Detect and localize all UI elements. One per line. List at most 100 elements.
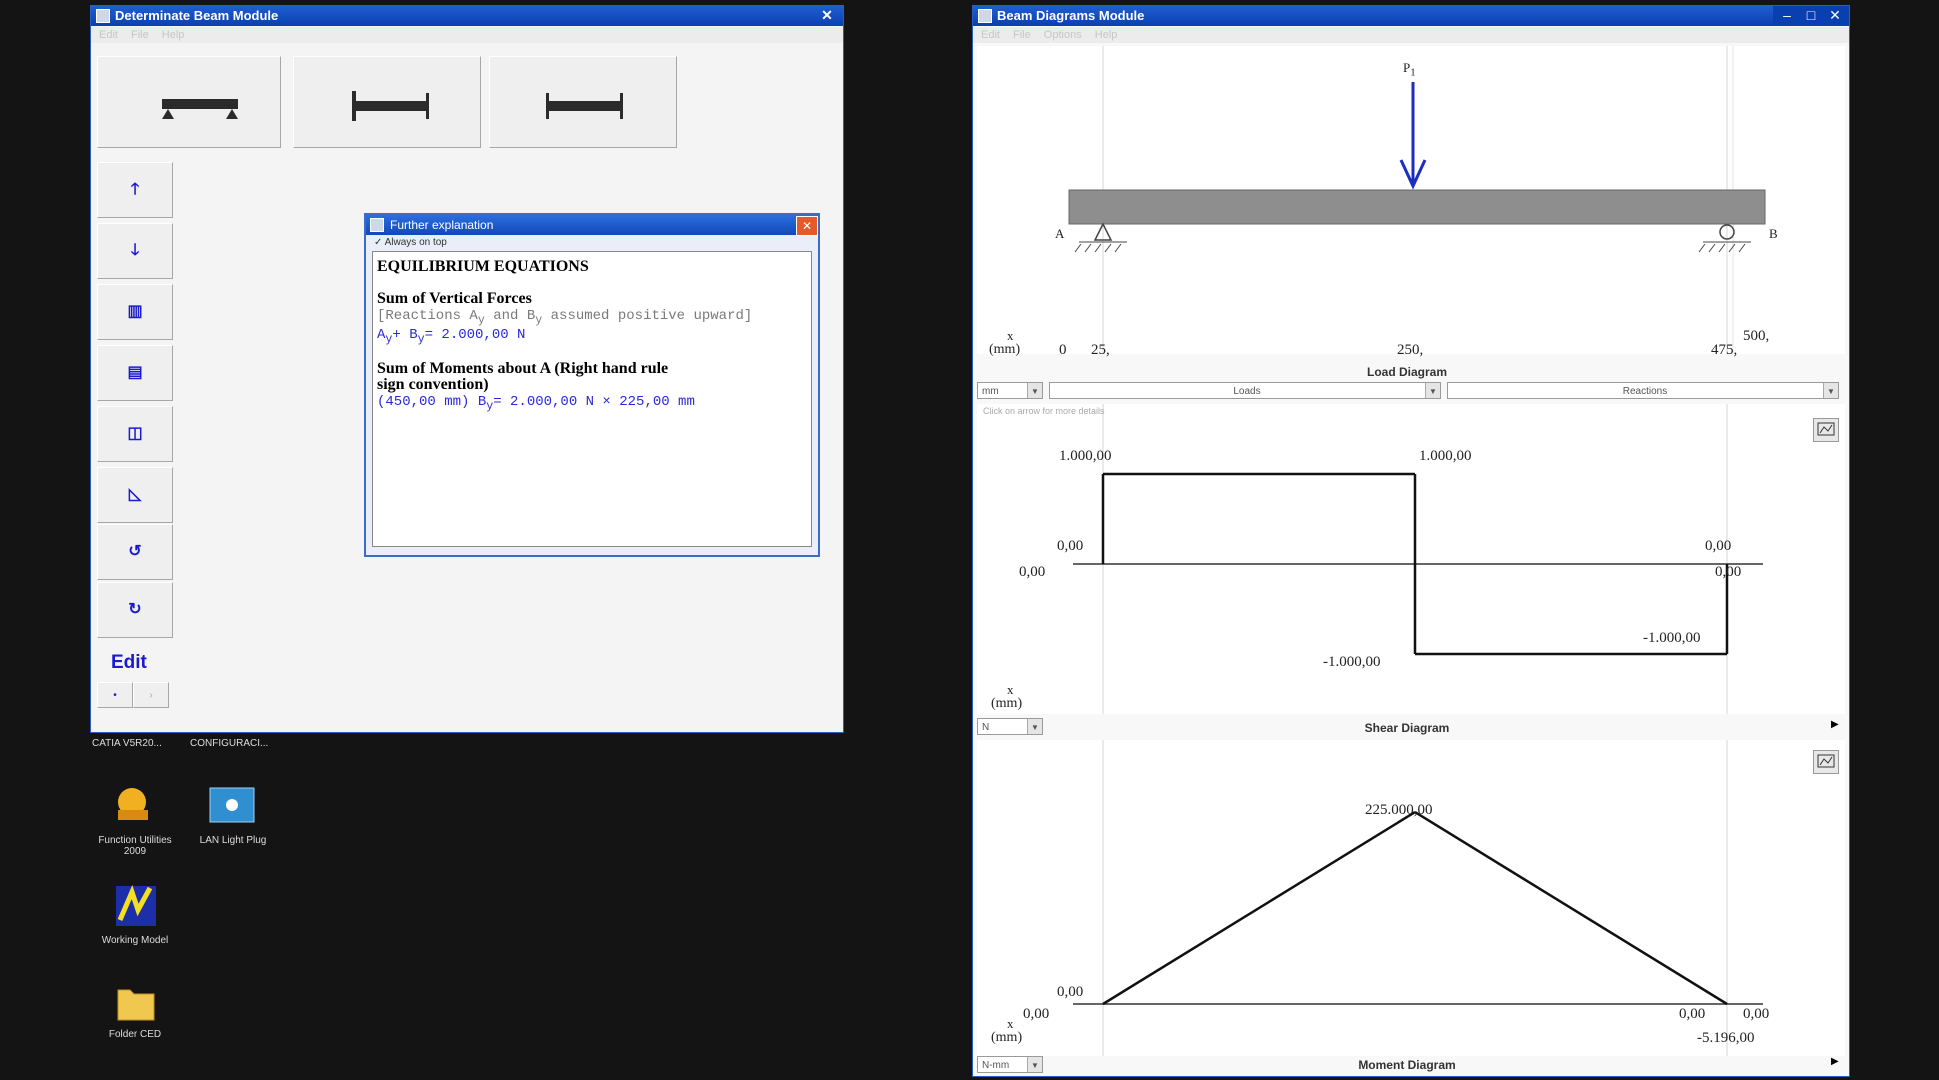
moment-label-max: 225.000,00 — [1365, 802, 1433, 818]
moment-label-start-top: 0,00 — [1057, 984, 1084, 1000]
moment-label-end-left: 0,00 — [1679, 1006, 1706, 1022]
load-diagram-panel: P1 A B x (mm) 0 25, 250, 475, 500, — [977, 46, 1845, 358]
desktop-icon-label: Working Model — [101, 935, 169, 946]
close-icon[interactable]: ✕ — [1827, 8, 1843, 23]
always-on-top-toggle[interactable]: ✓ Always on top — [374, 237, 447, 248]
triangular-load-button[interactable]: ◺ — [97, 467, 173, 523]
explanation-textbox[interactable]: EQUILIBRIUM EQUATIONS Sum of Vertical Fo… — [372, 251, 812, 547]
unit-combo[interactable]: mm ▼ — [977, 382, 1043, 399]
shear-label-max-right: 1.000,00 — [1419, 448, 1472, 464]
diagram-segment — [1102, 811, 1416, 1006]
simply-supported-button[interactable] — [97, 56, 281, 148]
reactions-combo-value: Reactions — [1622, 386, 1668, 397]
desktop-icon-folder[interactable]: Folder CED — [92, 980, 178, 1040]
cantilever-button[interactable] — [489, 56, 677, 148]
tick-475: 475, — [1711, 342, 1738, 358]
eq-part: (450,00 mm) B — [377, 393, 487, 410]
network-icon — [209, 787, 255, 823]
fixed-beam-icon — [352, 91, 429, 121]
fixed-fixed-button[interactable] — [293, 56, 481, 148]
shear-diagram-panel: Click on arrow for more details 1.000,00… — [977, 404, 1845, 714]
desktop-icon-working-model[interactable]: Working Model — [92, 880, 178, 946]
always-on-top-label: Always on top — [384, 237, 447, 248]
further-explanation-dialog: Further explanation ✕ ✓ Always on top EQ… — [364, 213, 820, 557]
loads-combo-value: Loads — [1233, 386, 1261, 397]
close-icon[interactable]: ✕ — [819, 8, 835, 23]
equilibrium-heading: EQUILIBRIUM EQUATIONS — [377, 258, 589, 275]
note-sub: y — [477, 312, 485, 327]
dialog-close-button[interactable]: ✕ — [796, 216, 818, 236]
diagrams-titlebar[interactable]: Beam Diagrams Module — [973, 6, 1849, 26]
note-part: [Reactions A — [377, 308, 478, 324]
chart-icon — [1817, 754, 1835, 768]
shear-label-start: 0,00 — [1057, 538, 1084, 554]
moment-cw-icon: ↻ — [128, 601, 142, 618]
shear-label-min-left: -1.000,00 — [1323, 654, 1381, 670]
dialog-titlebar[interactable]: Further explanation — [366, 215, 818, 235]
taskbar-item-catia[interactable]: CATIA V5R20... — [92, 738, 162, 749]
desktop-icon-function-utilities[interactable]: Function Utilities 2009 — [92, 780, 178, 857]
loads-combo[interactable]: Loads ▼ — [1049, 382, 1441, 399]
shear-diagram-caption: Shear Diagram — [1364, 721, 1450, 735]
moment-cw-button[interactable]: ↻ — [97, 582, 173, 638]
eq-part: = 2.000,00 N — [424, 326, 526, 343]
distributed-load-up-button[interactable]: ▥ — [97, 284, 173, 340]
maximize-icon[interactable]: □ — [1803, 8, 1819, 23]
beam-diagrams-window: Beam Diagrams Module ‒ □ ✕ Edit File Opt… — [972, 5, 1850, 1077]
moment-ccw-button[interactable]: ↺ — [97, 524, 173, 580]
note-part: assumed positive upward] — [542, 308, 753, 324]
moment-expand-icon[interactable]: ▶ — [1831, 1056, 1839, 1067]
note-part: and B — [484, 308, 536, 324]
shear-label-min-right: -1.000,00 — [1643, 630, 1701, 646]
shear-label-end-top: 0,00 — [1705, 538, 1732, 554]
moment-chart — [1073, 740, 1763, 1056]
moments-equation: (450,00 mm) By= 2.000,00 N × 225,00 mm — [377, 394, 807, 413]
dialog-app-icon — [370, 218, 384, 232]
pin-support-icon — [1074, 222, 1127, 253]
distributed-load-down-button[interactable]: ▤ — [97, 345, 173, 401]
edit-prev-button[interactable]: • — [97, 682, 133, 708]
tick-500: 500, — [1743, 328, 1770, 344]
point-load-up-button[interactable]: 🡑 — [97, 162, 173, 218]
beam-module-titlebar[interactable]: Determinate Beam Module ✕ — [91, 6, 843, 26]
minimize-icon[interactable]: ‒ — [1779, 8, 1795, 23]
load-diagram-svg — [1068, 46, 1766, 354]
key-icon — [118, 788, 148, 820]
tick-250: 250, — [1397, 342, 1424, 358]
desktop-icon-label: Folder CED — [108, 1029, 162, 1040]
roller-support-icon — [1698, 224, 1751, 253]
shear-expand-icon[interactable]: ▶ — [1831, 719, 1839, 730]
support-a-label: A — [1055, 226, 1065, 241]
shear-hint: Click on arrow for more details — [983, 406, 1105, 416]
load-x-unit: (mm) — [989, 342, 1021, 357]
moment-label-start: 0,00 — [1023, 1006, 1050, 1022]
chevron-down-icon: ▼ — [1823, 383, 1838, 398]
close-icon: ✕ — [801, 219, 813, 233]
point-load-down-button[interactable]: 🡓 — [97, 223, 173, 279]
moment-export-button[interactable] — [1813, 750, 1839, 774]
desktop-icon-lan-plug[interactable]: LAN Light Plug — [188, 780, 278, 846]
desktop-icon-label: Function Utilities 2009 — [98, 835, 172, 857]
diagrams-title: Beam Diagrams Module — [997, 8, 1145, 23]
chevron-down-icon: ▼ — [1425, 383, 1440, 398]
moment-x-unit: (mm) — [991, 1030, 1023, 1045]
moment-diagram-panel: 225.000,00 0,00 0,00 0,00 0,00 -5.196,00… — [977, 740, 1845, 1056]
edit-next-button[interactable]: › — [133, 682, 169, 708]
propped-beam-icon — [546, 93, 623, 119]
distributed-load-up-icon: ▥ — [127, 303, 143, 320]
window-controls: ‒ □ ✕ — [1773, 6, 1849, 26]
varying-load-button[interactable]: ◫ — [97, 406, 173, 462]
taskbar-item-config[interactable]: CONFIGURACI... — [190, 738, 268, 749]
diagram-segment — [1414, 811, 1728, 1006]
diagrams-menubar[interactable]: Edit File Options Help — [973, 27, 1849, 43]
reactions-combo[interactable]: Reactions ▼ — [1447, 382, 1839, 399]
load-label: P1 — [1403, 60, 1416, 79]
load-diagram-caption: Load Diagram — [1366, 365, 1447, 379]
beam-module-title: Determinate Beam Module — [115, 8, 279, 23]
shear-export-button[interactable] — [1813, 418, 1839, 442]
working-model-icon — [116, 884, 156, 926]
beam-module-menubar[interactable]: Edit File Help — [91, 27, 843, 43]
tick-25: 25, — [1091, 342, 1110, 358]
chevron-down-icon: ▼ — [1027, 383, 1042, 398]
vertical-forces-title: Sum of Vertical Forces — [377, 290, 532, 307]
